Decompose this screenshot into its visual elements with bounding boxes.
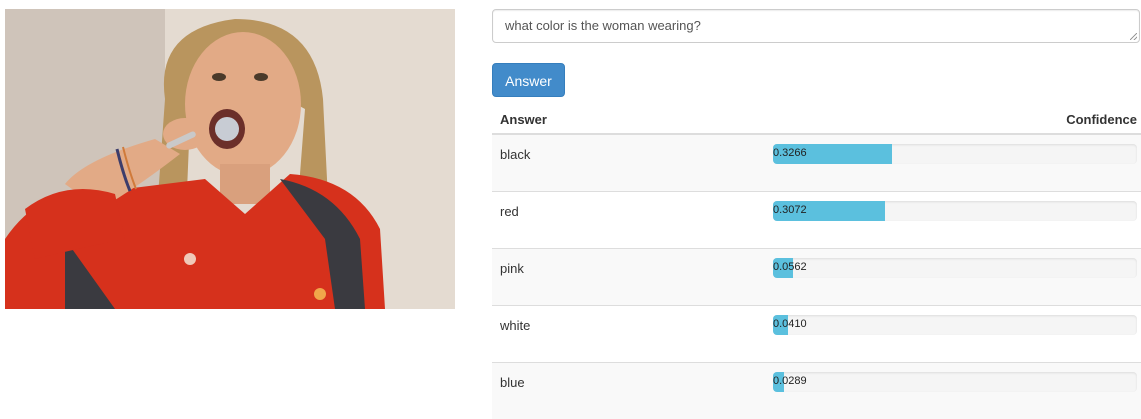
confidence-value: 0.0410 xyxy=(773,317,807,330)
answer-button[interactable]: Answer xyxy=(492,63,565,97)
confidence-bar: 0.3072 xyxy=(773,200,1137,221)
table-row: white 0.0410 xyxy=(492,304,1141,362)
question-text: what color is the woman wearing? xyxy=(505,18,701,33)
column-header-confidence: Confidence xyxy=(773,105,1141,135)
confidence-value: 0.3072 xyxy=(773,203,807,216)
table-row: red 0.3072 xyxy=(492,190,1141,248)
answer-label: pink xyxy=(492,247,773,305)
table-header-row: Answer Confidence xyxy=(492,105,1141,135)
confidence-bar: 0.0410 xyxy=(773,314,1137,335)
woman-photo-illustration xyxy=(5,9,455,309)
confidence-bar: 0.3266 xyxy=(773,144,1137,164)
answer-label: blue xyxy=(492,361,773,419)
table-row: black 0.3266 xyxy=(492,133,1141,191)
confidence-bar: 0.0289 xyxy=(773,371,1137,392)
answer-label: white xyxy=(492,304,773,362)
confidence-value: 0.0562 xyxy=(773,260,807,273)
resize-handle-icon[interactable] xyxy=(1130,33,1137,40)
table-row: pink 0.0562 xyxy=(492,247,1141,305)
question-input[interactable]: what color is the woman wearing? xyxy=(492,9,1140,43)
confidence-value: 0.0289 xyxy=(773,374,807,387)
confidence-bar: 0.0562 xyxy=(773,257,1137,278)
column-header-answer: Answer xyxy=(492,105,773,135)
answers-table: Answer Confidence black 0.3266 red 0.307… xyxy=(492,105,1141,419)
answer-label: black xyxy=(492,133,773,191)
vqa-panel: what color is the woman wearing? Answer … xyxy=(492,9,1141,419)
answer-label: red xyxy=(492,190,773,248)
confidence-value: 0.3266 xyxy=(773,147,807,159)
table-row: blue 0.0289 xyxy=(492,361,1141,419)
question-image xyxy=(5,9,455,309)
